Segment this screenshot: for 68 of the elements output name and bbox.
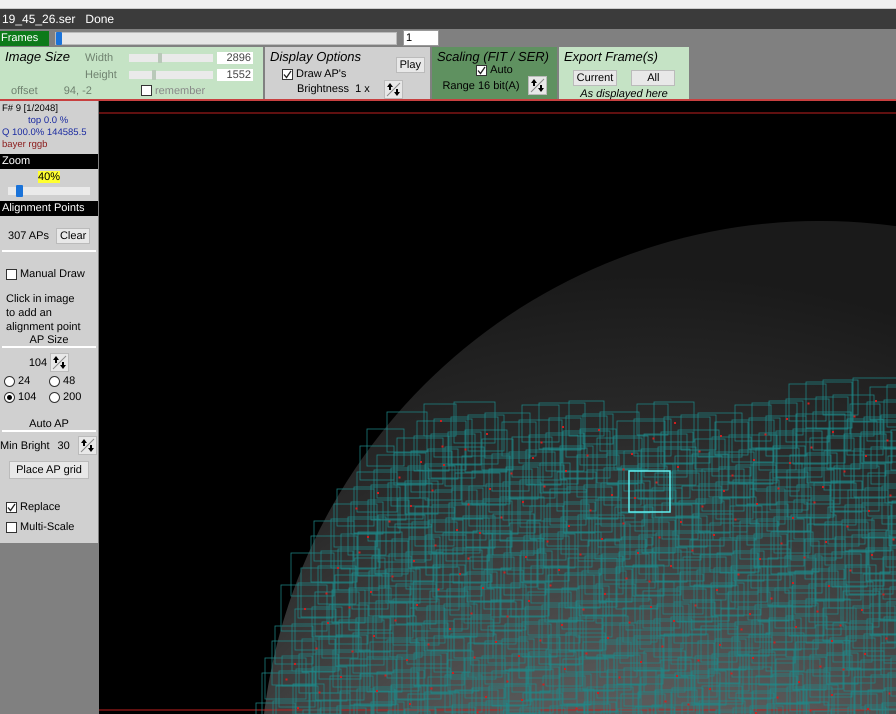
radio-label: 24 <box>18 375 30 387</box>
radio-button[interactable] <box>49 376 60 386</box>
instruction-text: Click in image to add an alignment point <box>5 292 82 334</box>
checkbox[interactable] <box>476 64 488 76</box>
zoom-slider[interactable] <box>8 187 90 195</box>
checkbox-label: Manual Draw <box>20 268 85 280</box>
spin-button[interactable] <box>78 436 97 455</box>
field-label: Width <box>85 52 114 64</box>
checkbox-label: Multi-Scale <box>20 521 74 533</box>
offset-value: 94, -2 <box>64 84 92 96</box>
field-label: Height <box>85 68 118 80</box>
up-down-arrows-icon <box>52 355 68 370</box>
section-label: AP Size <box>28 334 70 346</box>
radio-label: 104 <box>18 391 36 403</box>
radio-button[interactable] <box>49 392 60 402</box>
checkbox-label: remember <box>155 84 206 96</box>
spin-button[interactable] <box>528 76 547 95</box>
selected-ap-box[interactable] <box>628 470 671 513</box>
range-label: Range 16 bit(A) <box>442 80 520 92</box>
quality-info: Q 100.0% 144585.5 <box>2 127 88 139</box>
min-bright-value: 30 <box>58 440 70 452</box>
checkbox-label: Replace <box>20 501 60 513</box>
frame-number-field[interactable]: 1 <box>403 30 439 46</box>
checkbox-label: Draw AP's <box>296 68 346 80</box>
image-viewport[interactable] <box>99 101 896 714</box>
place-ap-grid-button[interactable]: Place AP grid <box>9 461 89 479</box>
section-header: Alignment Points <box>0 201 98 216</box>
export-button[interactable]: Current <box>572 70 618 86</box>
status-text: Done <box>85 12 114 26</box>
up-down-arrows-icon <box>530 78 545 93</box>
checkbox[interactable] <box>6 268 17 280</box>
slider[interactable] <box>129 54 213 62</box>
ap-size-value: 104 <box>28 356 48 368</box>
slider[interactable] <box>129 70 213 78</box>
checkbox[interactable] <box>141 85 152 96</box>
top-info: top 0.0 % <box>27 115 70 127</box>
checkbox[interactable] <box>6 522 17 532</box>
frames-label: Frames <box>0 30 49 46</box>
zoom-value: 40% <box>38 171 60 183</box>
panel-title: Export Frame(s) <box>564 49 659 64</box>
radio-label: 200 <box>63 391 82 403</box>
frame-slider[interactable] <box>55 32 397 44</box>
export-button[interactable]: All <box>631 70 676 86</box>
panel-title: Scaling (FIT / SER) <box>437 49 549 64</box>
min-bright-label: Min Bright <box>0 440 50 452</box>
clear-button[interactable]: Clear <box>56 228 90 244</box>
panel-title: Image Size <box>5 49 72 64</box>
spin-button[interactable] <box>384 80 403 98</box>
radio-button[interactable] <box>4 392 15 402</box>
file-name: 19_45_26.ser <box>2 12 76 26</box>
checkbox[interactable] <box>282 68 293 80</box>
checkbox[interactable] <box>6 502 17 512</box>
brightness-label: Brightness 1 x <box>297 83 370 95</box>
ap-count: 307 APs <box>8 230 49 242</box>
spin-button[interactable] <box>50 353 70 372</box>
checkbox-label: Auto <box>490 64 513 76</box>
section-label: Auto AP <box>28 418 70 430</box>
frame-info: F# 9 [1/2048] <box>2 103 59 115</box>
panel-title: Display Options <box>270 49 362 66</box>
bayer-info: bayer rggb <box>2 139 48 151</box>
offset-label: offset <box>11 84 38 96</box>
up-down-arrows-icon <box>386 82 401 96</box>
radio-label: 48 <box>63 375 76 387</box>
section-header: Zoom <box>0 154 98 169</box>
up-down-arrows-icon <box>80 438 95 453</box>
export-note: As displayed here <box>578 88 669 100</box>
radio-button[interactable] <box>4 376 15 386</box>
play-button[interactable]: Play <box>396 57 425 73</box>
